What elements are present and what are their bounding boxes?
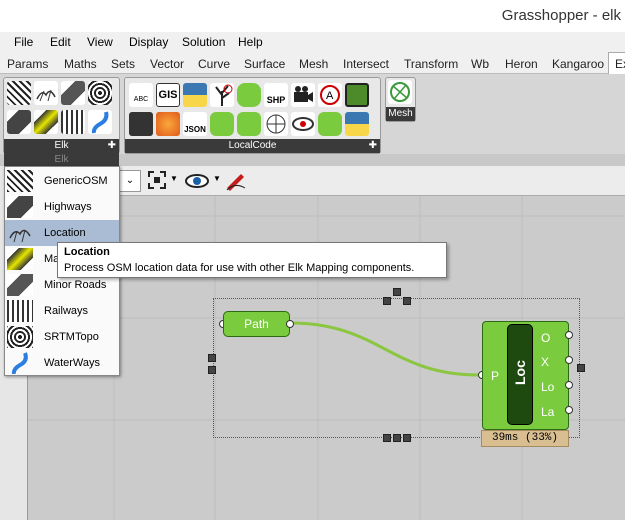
- group-handle-right[interactable]: [577, 364, 585, 372]
- loc-output-o[interactable]: O: [541, 331, 550, 345]
- path-output-grip[interactable]: [286, 320, 294, 328]
- group-handle-top-left[interactable]: [383, 297, 391, 305]
- main-roads-icon: [7, 248, 33, 270]
- group-handle-bottom-right[interactable]: [403, 434, 411, 442]
- group-handle-bottom[interactable]: [393, 434, 401, 442]
- menu-item-waterways[interactable]: WaterWays: [5, 350, 119, 376]
- minor-roads-icon: [7, 274, 33, 296]
- group-handle-left2[interactable]: [208, 366, 216, 374]
- menu-item-label: GenericOSM: [44, 175, 108, 187]
- loc-output-x[interactable]: X: [541, 355, 549, 369]
- tooltip: Location Process OSM location data for u…: [57, 242, 447, 278]
- menu-item-label: SRTMTopo: [44, 331, 99, 343]
- menu-item-highways[interactable]: Highways: [5, 194, 119, 220]
- menu-item-label: Highways: [44, 201, 92, 213]
- generic-osm-icon: [7, 170, 33, 192]
- group-handle-top[interactable]: [393, 288, 401, 296]
- group-handle-bottom-left[interactable]: [383, 434, 391, 442]
- loc-output-grip-la[interactable]: [565, 406, 573, 414]
- menu-item-srtmtopo[interactable]: SRTMTopo: [5, 324, 119, 350]
- menu-item-label: Railways: [44, 305, 89, 317]
- path-node[interactable]: Path: [223, 311, 290, 337]
- loc-input-p[interactable]: P: [491, 369, 499, 383]
- menu-item-genericosm[interactable]: GenericOSM: [5, 168, 119, 194]
- waterways-icon: [7, 352, 33, 375]
- loc-output-grip-o[interactable]: [565, 331, 573, 339]
- tooltip-description: Process OSM location data for use with o…: [64, 262, 415, 274]
- srtm-topo-icon: [7, 326, 33, 348]
- highways-icon: [7, 196, 33, 218]
- path-node-label: Path: [244, 317, 269, 331]
- menu-item-label: Minor Roads: [44, 279, 107, 291]
- menu-item-label: Location: [44, 227, 86, 239]
- menu-item-railways[interactable]: Railways: [5, 298, 119, 324]
- menu-item-label: WaterWays: [44, 357, 101, 369]
- loc-output-lo[interactable]: Lo: [541, 380, 554, 394]
- tooltip-title: Location: [64, 246, 110, 258]
- location-component[interactable]: P Loc O X Lo La: [482, 321, 569, 430]
- loc-output-grip-lo[interactable]: [565, 381, 573, 389]
- group-handle-top-right[interactable]: [403, 297, 411, 305]
- location-icon: [7, 222, 33, 244]
- loc-node-label: Loc: [512, 360, 528, 385]
- group-handle-left[interactable]: [208, 354, 216, 362]
- loc-output-grip-x[interactable]: [565, 356, 573, 364]
- profiler-timing: 39ms (33%): [481, 430, 569, 447]
- railways-icon: [7, 300, 33, 322]
- loc-output-la[interactable]: La: [541, 405, 554, 419]
- loc-component-core: Loc: [507, 324, 533, 425]
